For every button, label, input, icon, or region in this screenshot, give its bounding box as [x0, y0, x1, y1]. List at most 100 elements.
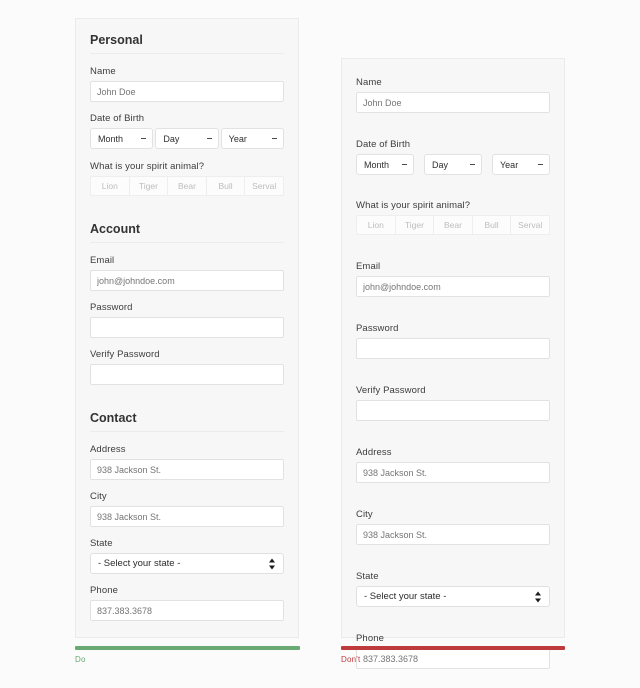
select-month-label: Month [364, 159, 390, 170]
spirit-animal-button-group: Lion Tiger Bear Bull Serval [90, 176, 284, 196]
verdict-dont-caption: Don't [341, 655, 361, 664]
label-spirit-animal: What is your spirit animal? [90, 161, 205, 172]
field-state: State - Select your state - [90, 538, 284, 574]
select-state[interactable]: - Select your state - [356, 586, 550, 607]
spirit-animal-button-group: Lion Tiger Bear Bull Serval [356, 215, 550, 235]
date-of-birth-selects: Month Day Year [356, 154, 550, 175]
select-state-value: - Select your state - [364, 591, 447, 602]
label-phone: Phone [356, 633, 384, 644]
select-year[interactable]: Year [220, 128, 284, 149]
field-email: Email [356, 261, 550, 297]
field-date-of-birth: Date of Birth Month Day Year [356, 139, 550, 175]
spirit-animal-option-bear[interactable]: Bear [433, 215, 472, 235]
field-name: Name [90, 66, 284, 102]
input-email[interactable] [90, 270, 284, 291]
input-city[interactable] [356, 524, 550, 545]
verdict-dont-bar [341, 646, 565, 650]
field-email: Email [90, 255, 284, 291]
input-phone[interactable] [90, 600, 284, 621]
input-verify-password[interactable] [356, 400, 550, 421]
section-heading-account: Account [90, 222, 284, 243]
stepper-arrows-icon [269, 557, 276, 570]
verdict-do: Do [75, 646, 300, 664]
label-verify-password: Verify Password [90, 349, 160, 360]
field-date-of-birth: Date of Birth Month Day Year [90, 113, 284, 149]
input-city[interactable] [90, 506, 284, 527]
label-name: Name [90, 66, 116, 77]
label-address: Address [90, 444, 126, 455]
section-personal: Personal [90, 19, 284, 54]
dont-form-panel: Name Date of Birth Month Day Year What i… [341, 58, 565, 669]
input-address[interactable] [356, 462, 550, 483]
label-email: Email [90, 255, 115, 266]
field-city: City [90, 491, 284, 527]
select-month[interactable]: Month [356, 154, 414, 175]
verdict-do-bar [75, 646, 300, 650]
verdict-do-caption: Do [75, 655, 86, 664]
spirit-animal-option-tiger[interactable]: Tiger [394, 215, 434, 235]
label-state: State [90, 538, 113, 549]
section-heading-personal: Personal [90, 33, 284, 54]
select-month[interactable]: Month [90, 128, 154, 149]
field-spirit-animal: What is your spirit animal? Lion Tiger B… [356, 200, 550, 235]
chevron-down-icon [469, 161, 476, 168]
do-form-panel: Personal Name Date of Birth Month Day Ye… [75, 18, 299, 638]
select-state-value: - Select your state - [98, 558, 181, 569]
stepper-arrows-icon [535, 590, 542, 603]
chevron-down-icon [271, 135, 278, 142]
spirit-animal-option-bull[interactable]: Bull [205, 176, 245, 196]
field-password: Password [356, 323, 550, 359]
select-day-label: Day [163, 133, 180, 144]
input-address[interactable] [90, 459, 284, 480]
select-year[interactable]: Year [492, 154, 550, 175]
spirit-animal-option-lion[interactable]: Lion [356, 215, 395, 235]
verdict-dont: Don't [341, 646, 565, 664]
label-password: Password [356, 323, 399, 334]
input-name[interactable] [356, 92, 550, 113]
label-state: State [356, 571, 379, 582]
label-spirit-animal: What is your spirit animal? [356, 200, 471, 211]
input-name[interactable] [90, 81, 284, 102]
input-email[interactable] [356, 276, 550, 297]
field-password: Password [90, 302, 284, 338]
label-date-of-birth: Date of Birth [356, 139, 411, 150]
spirit-animal-option-serval[interactable]: Serval [510, 215, 550, 235]
select-day-label: Day [432, 159, 449, 170]
spirit-animal-option-tiger[interactable]: Tiger [128, 176, 168, 196]
section-contact: Contact [90, 411, 284, 432]
field-verify-password: Verify Password [90, 349, 284, 385]
field-address: Address [90, 444, 284, 480]
select-day[interactable]: Day [155, 128, 219, 149]
spirit-animal-option-bear[interactable]: Bear [167, 176, 206, 196]
label-phone: Phone [90, 585, 118, 596]
select-day[interactable]: Day [424, 154, 482, 175]
input-password[interactable] [356, 338, 550, 359]
select-state[interactable]: - Select your state - [90, 553, 284, 574]
spirit-animal-option-lion[interactable]: Lion [90, 176, 129, 196]
section-account: Account [90, 222, 284, 243]
date-of-birth-selects: Month Day Year [90, 128, 284, 149]
label-email: Email [356, 261, 381, 272]
field-phone: Phone [90, 585, 284, 621]
input-verify-password[interactable] [90, 364, 284, 385]
section-heading-contact: Contact [90, 411, 284, 432]
spirit-animal-option-bull[interactable]: Bull [471, 215, 511, 235]
label-date-of-birth: Date of Birth [90, 113, 145, 124]
spirit-animal-option-serval[interactable]: Serval [244, 176, 284, 196]
label-address: Address [356, 447, 392, 458]
label-city: City [90, 491, 107, 502]
chevron-down-icon [140, 135, 147, 142]
field-name: Name [356, 59, 550, 113]
field-spirit-animal: What is your spirit animal? Lion Tiger B… [90, 161, 284, 196]
select-year-label: Year [228, 133, 247, 144]
input-password[interactable] [90, 317, 284, 338]
field-state: State - Select your state - [356, 571, 550, 607]
chevron-down-icon [401, 161, 408, 168]
label-name: Name [356, 77, 382, 88]
label-verify-password: Verify Password [356, 385, 426, 396]
label-password: Password [90, 302, 133, 313]
chevron-down-icon [206, 135, 213, 142]
select-year-label: Year [500, 159, 519, 170]
chevron-down-icon [537, 161, 544, 168]
select-month-label: Month [98, 133, 124, 144]
